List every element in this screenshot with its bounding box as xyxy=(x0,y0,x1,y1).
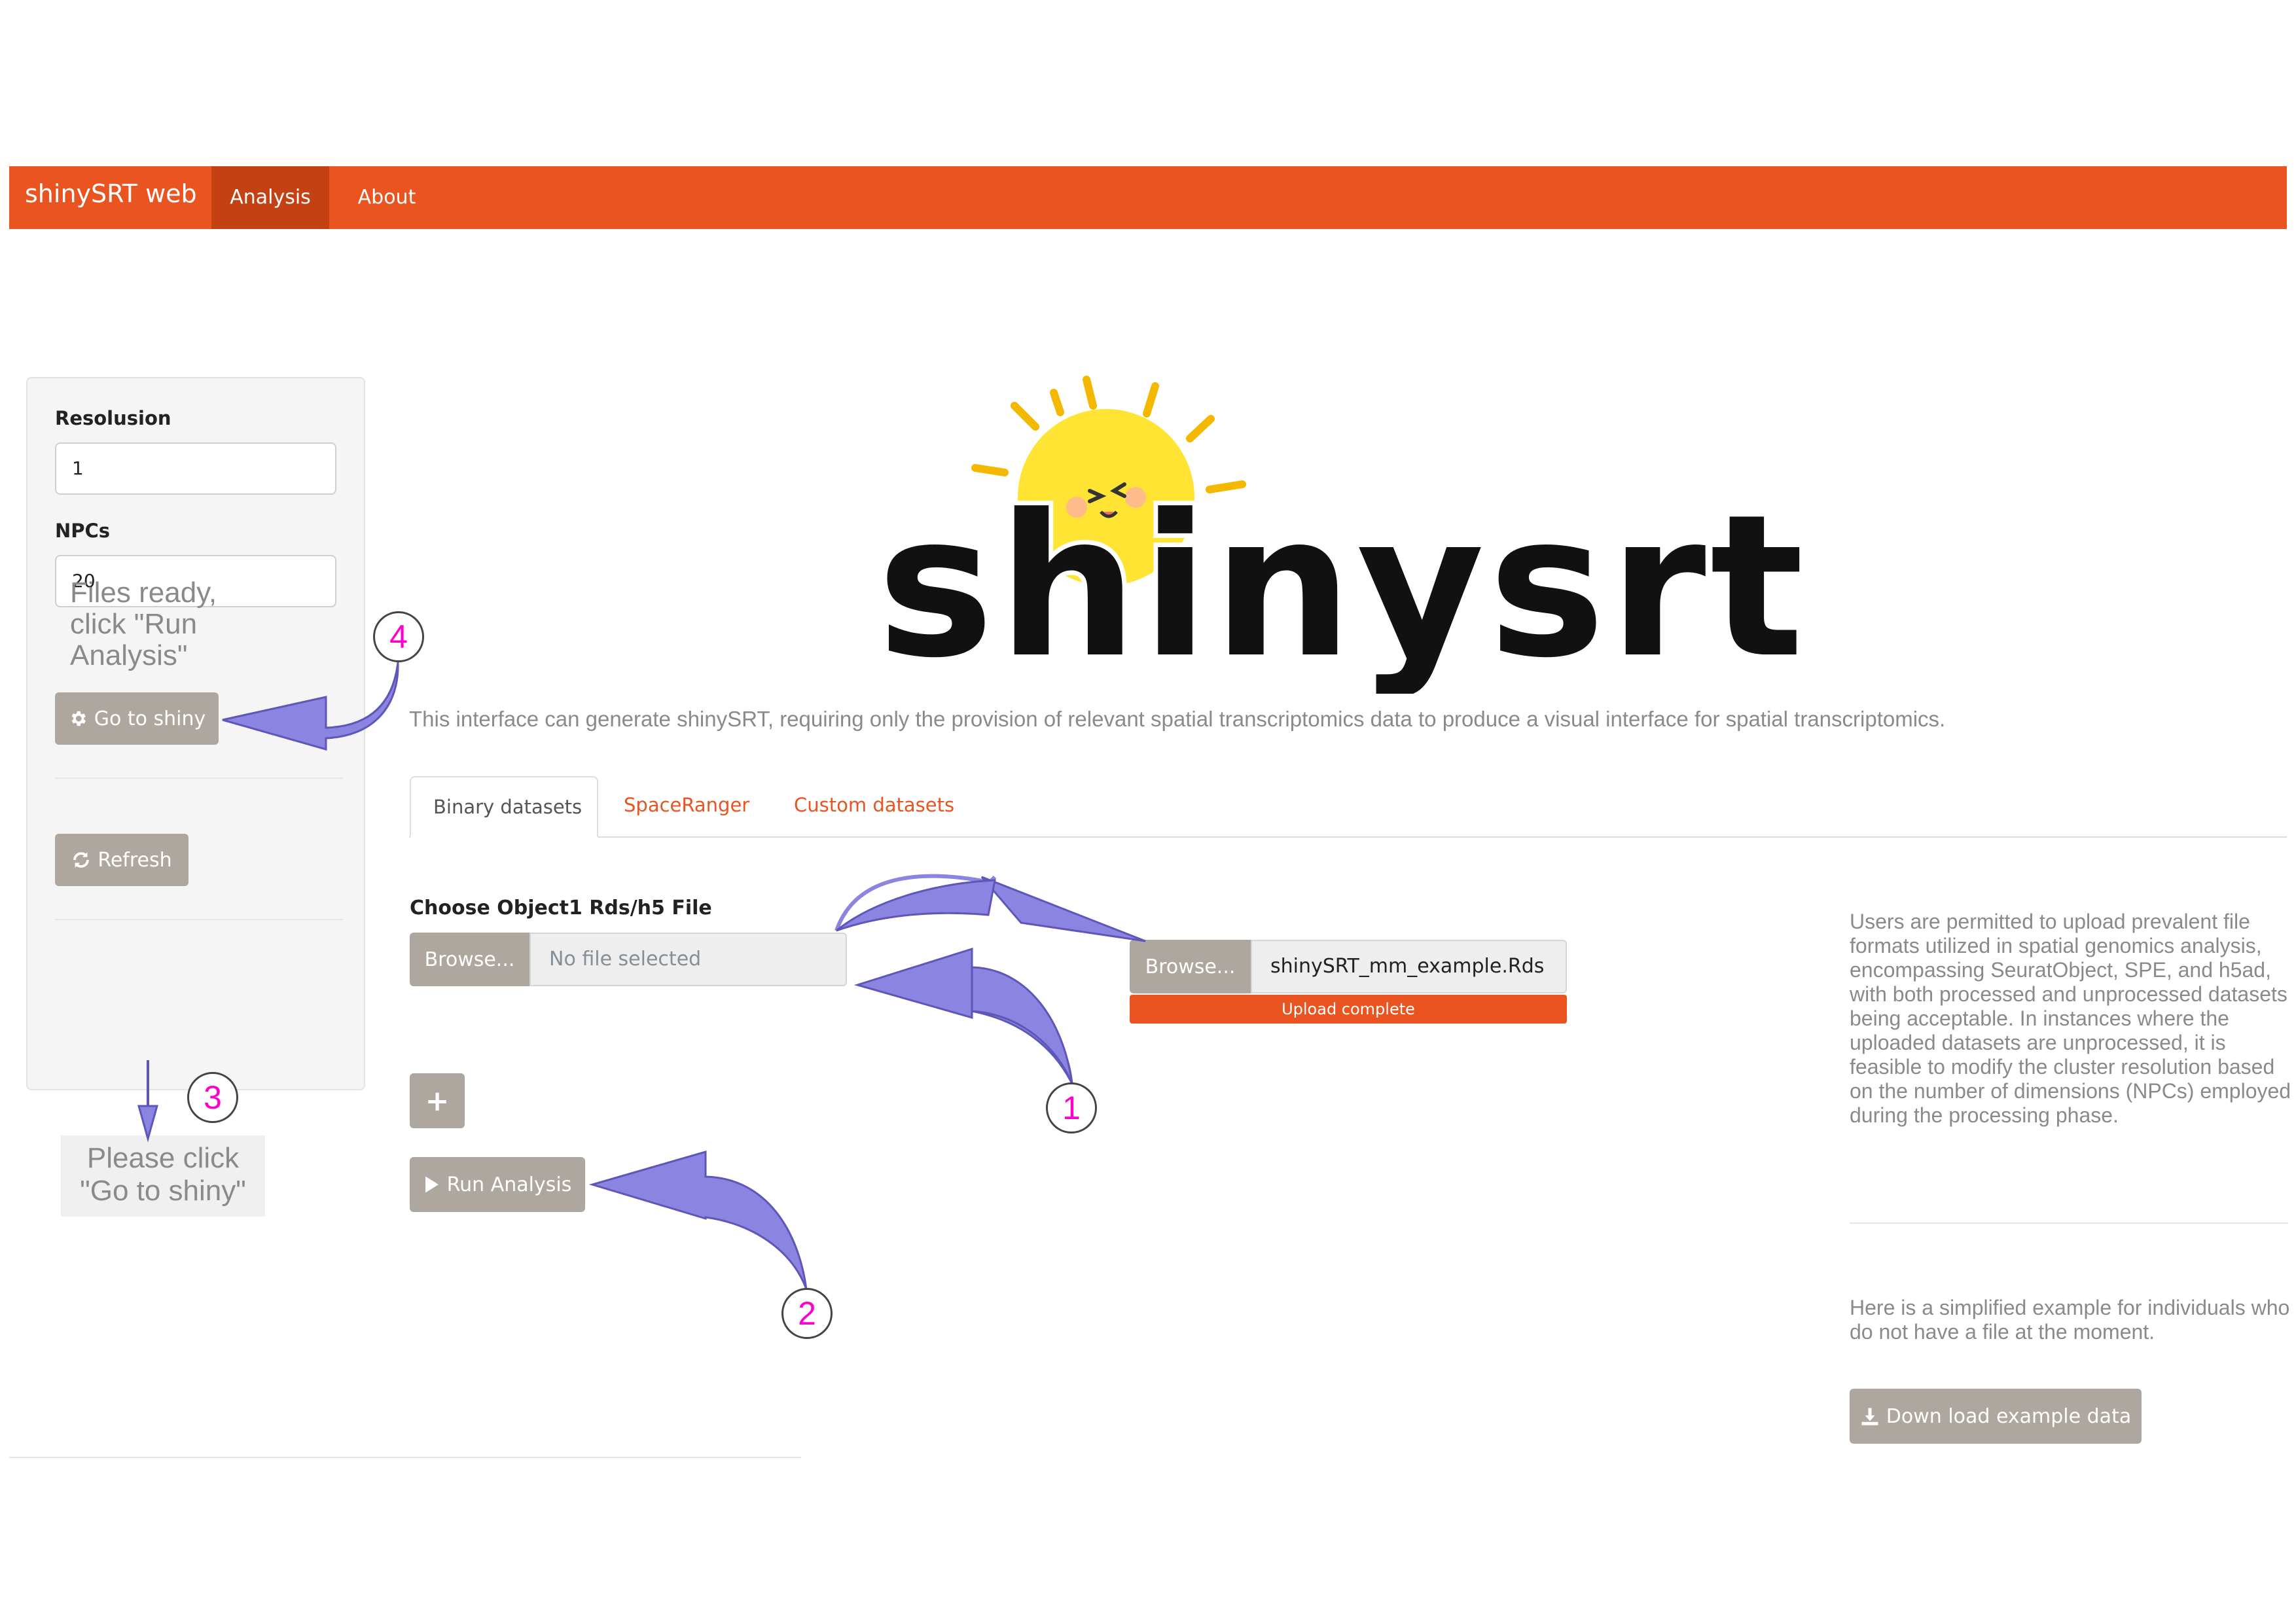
download-icon xyxy=(1861,1408,1878,1425)
file-input: Browse... No file selected xyxy=(410,933,847,986)
step-marker-1: 1 xyxy=(1046,1082,1097,1133)
nav-tab-about[interactable]: About xyxy=(341,166,433,229)
file-input-label: Choose Object1 Rds/h5 File xyxy=(410,897,712,919)
refresh-label: Refresh xyxy=(98,848,172,872)
browse-button-example[interactable]: Browse... xyxy=(1130,940,1251,993)
tab-label: Binary datasets xyxy=(433,796,583,818)
intro-description: This interface can generate shinySRT, re… xyxy=(409,707,1946,731)
right-divider xyxy=(1850,1222,2288,1224)
resolution-input[interactable]: 1 xyxy=(55,442,336,495)
add-file-button[interactable]: + xyxy=(410,1073,465,1128)
refresh-button[interactable]: Refresh xyxy=(55,834,188,886)
go-to-shiny-button[interactable]: Go to shiny xyxy=(55,692,219,745)
arrow-icon xyxy=(588,1150,808,1290)
uploaded-file-input-example: Browse... shinySRT_mm_example.Rds xyxy=(1130,940,1567,993)
files-ready-note: Files ready, click "Run Analysis" xyxy=(70,577,217,671)
step-marker-2: 2 xyxy=(781,1288,833,1339)
browse-button[interactable]: Browse... xyxy=(410,933,529,986)
run-analysis-label: Run Analysis xyxy=(446,1173,572,1196)
arrow-icon xyxy=(834,874,1146,942)
play-icon xyxy=(425,1176,439,1193)
sidebar-divider xyxy=(55,777,343,779)
bottom-divider xyxy=(9,1457,801,1458)
tab-spaceranger[interactable]: SpaceRanger xyxy=(624,794,749,816)
arrow-icon xyxy=(853,947,1073,1084)
npcs-label: NPCs xyxy=(55,520,111,542)
gear-icon xyxy=(71,711,86,726)
upload-info-note: Users are permitted to upload prevalent … xyxy=(1850,910,2291,1127)
run-analysis-button[interactable]: Run Analysis xyxy=(410,1157,585,1212)
step-marker-3: 3 xyxy=(187,1072,238,1123)
resolution-label: Resolusion xyxy=(55,407,171,429)
download-example-label: Down load example data xyxy=(1886,1404,2132,1428)
navbar: shinySRT web Analysis About xyxy=(9,166,2287,229)
download-example-button[interactable]: Down load example data xyxy=(1850,1389,2142,1444)
tabs-baseline xyxy=(409,836,2287,838)
please-click-note: Please click "Go to shiny" xyxy=(61,1135,265,1217)
brand-title[interactable]: shinySRT web xyxy=(25,179,197,208)
file-name-field[interactable]: No file selected xyxy=(529,933,847,986)
uploaded-file-name[interactable]: shinySRT_mm_example.Rds xyxy=(1251,940,1567,993)
sidebar-divider xyxy=(55,919,343,920)
go-to-shiny-label: Go to shiny xyxy=(94,707,206,730)
tab-custom-datasets[interactable]: Custom datasets xyxy=(794,794,954,816)
step-marker-4: 4 xyxy=(373,611,424,662)
example-note: Here is a simplified example for individ… xyxy=(1850,1296,2290,1344)
refresh-icon xyxy=(73,852,90,868)
upload-progress-bar: Upload complete xyxy=(1130,995,1567,1024)
sidebar-panel: Resolusion 1 NPCs 20 Go to shiny Refresh xyxy=(26,377,365,1090)
tab-binary-datasets[interactable]: Binary datasets xyxy=(410,776,598,838)
shinysrt-logo: shinysrt xyxy=(872,376,1808,694)
nav-tab-analysis[interactable]: Analysis xyxy=(211,166,329,229)
logo-text: shinysrt xyxy=(877,473,1808,694)
